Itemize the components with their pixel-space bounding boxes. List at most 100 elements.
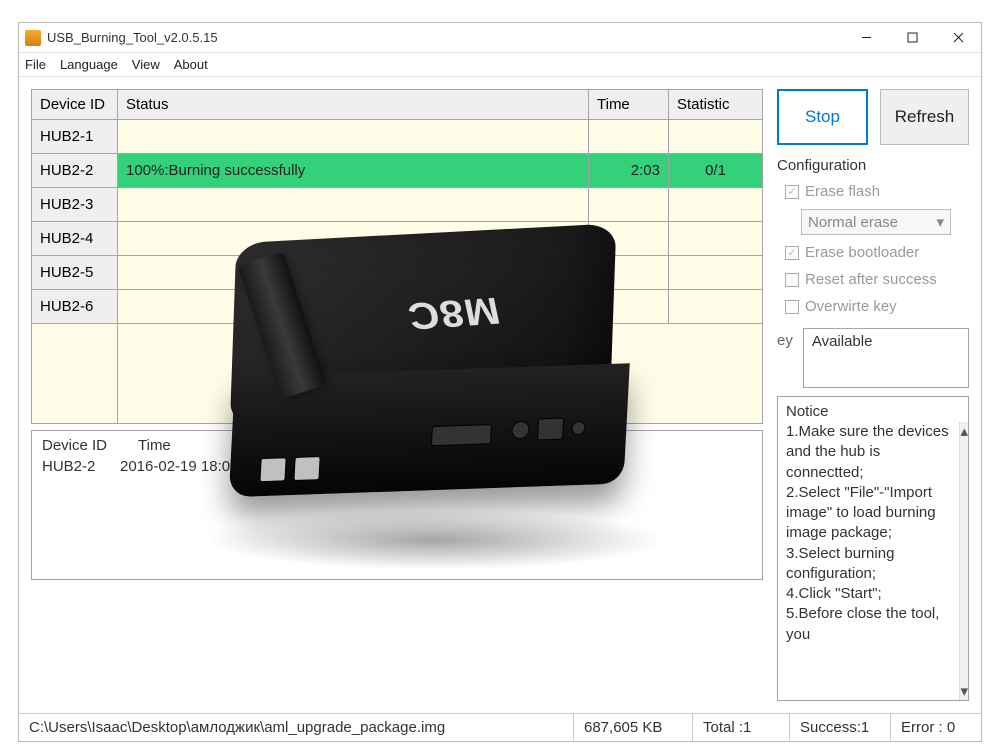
status-success: Success:1 <box>790 719 890 736</box>
notice-line: 5.Before close the tool, you <box>786 604 951 645</box>
cell-statistic: 0/1 <box>669 154 763 188</box>
log-pane: Device ID Time HUB2-2 2016-02-19 18:05:2… <box>31 430 763 580</box>
action-buttons: Stop Refresh <box>777 89 969 145</box>
cell-time <box>589 256 669 290</box>
device-table: Device ID Status Time Statistic HUB2-1HU… <box>31 89 763 424</box>
status-total: Total :1 <box>693 719 789 736</box>
cfg-erase-bootloader[interactable]: Erase bootloader <box>777 243 969 262</box>
cfg-overwrite-key[interactable]: Overwirte key <box>777 297 969 316</box>
col-time[interactable]: Time <box>589 90 669 120</box>
status-bar: C:\Users\Isaac\Desktop\амлоджик\aml_upgr… <box>19 713 981 741</box>
table-row[interactable]: HUB2-1 <box>32 120 763 154</box>
app-icon <box>25 30 41 46</box>
table-row[interactable]: HUB2-4 <box>32 222 763 256</box>
erase-mode-value: Normal erase <box>808 214 898 231</box>
col-statistic[interactable]: Statistic <box>669 90 763 120</box>
window-title: USB_Burning_Tool_v2.0.5.15 <box>47 30 843 45</box>
log-result: [0x00000000] <box>340 458 752 475</box>
chevron-down-icon: ▾ <box>936 213 944 231</box>
col-status[interactable]: Status <box>118 90 589 120</box>
notice-title: Notice <box>778 397 968 422</box>
log-row: HUB2-2 2016-02-19 18:05:24 585 [0x000000… <box>32 456 762 477</box>
notice-line: 1.Make sure the devices and the hub is c… <box>786 422 951 483</box>
window-controls <box>843 23 981 52</box>
menu-view[interactable]: View <box>132 57 160 72</box>
notice-line: 4.Click "Start"; <box>786 584 951 604</box>
cell-time <box>589 120 669 154</box>
cell-device-id: HUB2-5 <box>32 256 118 290</box>
notice-line: 3.Select burning configuration; <box>786 544 951 585</box>
cell-status <box>118 188 589 222</box>
cfg-erase-flash-label: Erase flash <box>805 183 880 200</box>
log-header: Device ID Time <box>32 431 762 456</box>
cell-device-id: HUB2-6 <box>32 290 118 324</box>
cell-status <box>118 222 589 256</box>
right-pane: Stop Refresh Configuration Erase flash N… <box>777 89 969 701</box>
cell-status <box>118 290 589 324</box>
config-title: Configuration <box>777 157 969 174</box>
cfg-overwrite-key-label: Overwirte key <box>805 298 897 315</box>
status-error: Error : 0 <box>891 719 981 736</box>
key-available-box: Available <box>803 328 969 388</box>
cell-statistic <box>669 290 763 324</box>
erase-mode-select[interactable]: Normal erase ▾ <box>801 209 951 235</box>
checkbox-icon <box>785 273 799 287</box>
col-device-id[interactable]: Device ID <box>32 90 118 120</box>
cell-status <box>118 256 589 290</box>
menu-bar: File Language View About <box>19 53 981 77</box>
maximize-button[interactable] <box>889 23 935 52</box>
title-bar: USB_Burning_Tool_v2.0.5.15 <box>19 23 981 53</box>
cell-statistic <box>669 256 763 290</box>
cell-time <box>589 188 669 222</box>
refresh-button[interactable]: Refresh <box>880 89 969 145</box>
cell-statistic <box>669 188 763 222</box>
cell-time: 2:03 <box>589 154 669 188</box>
menu-file[interactable]: File <box>25 57 46 72</box>
cell-status: 100%:Burning successfully <box>118 154 589 188</box>
minimize-button[interactable] <box>843 23 889 52</box>
upper-pane: Device ID Status Time Statistic HUB2-1HU… <box>31 89 969 701</box>
scroll-down-icon: ▾ <box>960 682 968 700</box>
close-button[interactable] <box>935 23 981 52</box>
checkbox-icon <box>785 185 799 199</box>
cfg-erase-flash[interactable]: Erase flash <box>777 182 969 201</box>
table-row[interactable]: HUB2-3 <box>32 188 763 222</box>
key-label: ey <box>777 328 793 349</box>
log-time: 2016-02-19 18:05:24 585 <box>120 458 340 475</box>
cfg-erase-bootloader-label: Erase bootloader <box>805 244 919 261</box>
table-row[interactable]: HUB2-5 <box>32 256 763 290</box>
cell-time <box>589 290 669 324</box>
cell-statistic <box>669 120 763 154</box>
table-row[interactable]: HUB2-2100%:Burning successfully2:030/1 <box>32 154 763 188</box>
checkbox-icon <box>785 246 799 260</box>
notice-box: Notice 1.Make sure the devices and the h… <box>777 396 969 701</box>
status-size: 687,605 KB <box>574 719 692 736</box>
table-row[interactable]: HUB2-6 <box>32 290 763 324</box>
cell-statistic <box>669 222 763 256</box>
cell-time <box>589 222 669 256</box>
cfg-reset-after[interactable]: Reset after success <box>777 270 969 289</box>
cell-status <box>118 120 589 154</box>
log-device-id: HUB2-2 <box>42 458 120 475</box>
status-path: C:\Users\Isaac\Desktop\амлоджик\aml_upgr… <box>19 719 573 736</box>
checkbox-icon <box>785 300 799 314</box>
cfg-reset-after-label: Reset after success <box>805 271 937 288</box>
content-area: Device ID Status Time Statistic HUB2-1HU… <box>19 77 981 713</box>
app-window: USB_Burning_Tool_v2.0.5.15 File Language… <box>18 22 982 742</box>
key-available-value: Available <box>812 333 873 350</box>
left-pane: Device ID Status Time Statistic HUB2-1HU… <box>31 89 763 701</box>
key-available-row: ey Available <box>777 328 969 388</box>
menu-language[interactable]: Language <box>60 57 118 72</box>
notice-scrollbar[interactable]: ▴ ▾ <box>959 422 968 700</box>
cell-device-id: HUB2-4 <box>32 222 118 256</box>
notice-line: 2.Select "File"-"Import image" to load b… <box>786 483 951 544</box>
cell-device-id: HUB2-2 <box>32 154 118 188</box>
notice-body: 1.Make sure the devices and the hub is c… <box>778 422 959 700</box>
log-col-id: Device ID <box>42 437 120 454</box>
cell-device-id: HUB2-1 <box>32 120 118 154</box>
menu-about[interactable]: About <box>174 57 208 72</box>
cell-device-id: HUB2-3 <box>32 188 118 222</box>
stop-button[interactable]: Stop <box>777 89 868 145</box>
scroll-up-icon: ▴ <box>960 422 968 440</box>
log-col-time: Time <box>138 437 198 454</box>
